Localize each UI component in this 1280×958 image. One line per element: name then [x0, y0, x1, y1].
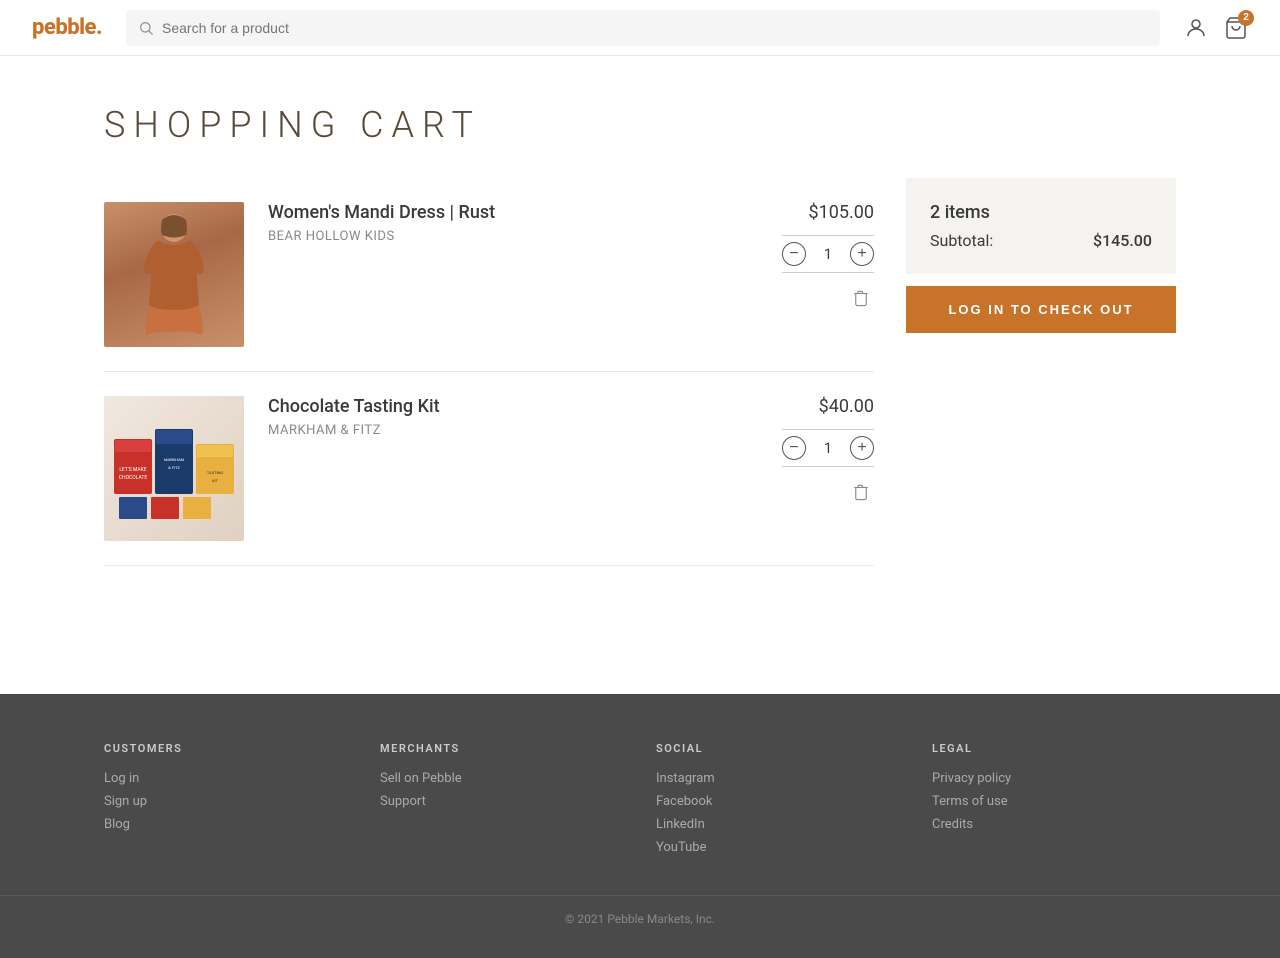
svg-text:TASTING: TASTING — [207, 470, 224, 475]
checkout-button[interactable]: LOG IN TO CHECK OUT — [906, 286, 1176, 333]
footer-link-signup[interactable]: Sign up — [104, 794, 348, 809]
page-title: SHOPPING CART — [104, 104, 1176, 146]
summary-subtotal: Subtotal: $145.00 — [930, 231, 1152, 250]
footer-link-sell[interactable]: Sell on Pebble — [380, 771, 624, 786]
logo[interactable]: pebble. — [32, 15, 102, 40]
footer-link-login[interactable]: Log in — [104, 771, 348, 786]
user-account-button[interactable] — [1184, 16, 1208, 40]
search-input[interactable] — [162, 20, 1148, 36]
item-image-dress — [104, 202, 244, 347]
cart-summary: 2 items Subtotal: $145.00 LOG IN TO CHEC… — [906, 178, 1176, 333]
footer-link-terms[interactable]: Terms of use — [932, 794, 1176, 809]
item-price-qty: $105.00 − 1 + — [782, 202, 874, 311]
item-details: Chocolate Tasting Kit MARKHAM & FITZ — [268, 396, 758, 438]
item-details: Women's Mandi Dress | Rust Bear Hollow K… — [268, 202, 758, 244]
footer-link-privacy[interactable]: Privacy policy — [932, 771, 1176, 786]
footer-heading-merchants: MERCHANTS — [380, 742, 624, 755]
footer-columns: CUSTOMERS Log in Sign up Blog MERCHANTS … — [40, 742, 1240, 863]
search-bar — [126, 10, 1160, 46]
qty-value: 1 — [818, 245, 838, 263]
svg-text:LET'S MAKE: LET'S MAKE — [119, 467, 146, 473]
cart-layout: Women's Mandi Dress | Rust Bear Hollow K… — [104, 178, 1176, 566]
footer-col-social: SOCIAL Instagram Facebook LinkedIn YouTu… — [656, 742, 900, 863]
qty-increase-button[interactable]: + — [850, 242, 874, 266]
cart-item: LET'S MAKE CHOCOLATE MARKHAM & FITZ TAST… — [104, 372, 874, 566]
footer-link-support[interactable]: Support — [380, 794, 624, 809]
footer-link-youtube[interactable]: YouTube — [656, 840, 900, 855]
cart-button[interactable]: 2 — [1224, 16, 1248, 40]
header-icons: 2 — [1184, 16, 1248, 40]
footer-heading-customers: CUSTOMERS — [104, 742, 348, 755]
qty-value: 1 — [818, 439, 838, 457]
footer-heading-legal: LEGAL — [932, 742, 1176, 755]
delete-item-button[interactable] — [848, 479, 874, 505]
footer-link-blog[interactable]: Blog — [104, 817, 348, 832]
cart-badge: 2 — [1238, 10, 1254, 26]
search-icon — [138, 20, 154, 36]
delete-item-button[interactable] — [848, 285, 874, 311]
cart-items-list: Women's Mandi Dress | Rust Bear Hollow K… — [104, 178, 874, 566]
footer-col-customers: CUSTOMERS Log in Sign up Blog — [104, 742, 348, 863]
header: pebble. 2 — [0, 0, 1280, 56]
qty-decrease-button[interactable]: − — [782, 436, 806, 460]
summary-box: 2 items Subtotal: $145.00 — [906, 178, 1176, 274]
footer-link-instagram[interactable]: Instagram — [656, 771, 900, 786]
footer-copyright: © 2021 Pebble Markets, Inc. — [0, 895, 1280, 926]
subtotal-value: $145.00 — [1093, 231, 1152, 250]
footer-link-facebook[interactable]: Facebook — [656, 794, 900, 809]
footer-heading-social: SOCIAL — [656, 742, 900, 755]
summary-item-count: 2 items — [930, 202, 1152, 223]
footer-col-legal: LEGAL Privacy policy Terms of use Credit… — [932, 742, 1176, 863]
footer-link-credits[interactable]: Credits — [932, 817, 1176, 832]
quantity-control: − 1 + — [782, 429, 874, 467]
footer: CUSTOMERS Log in Sign up Blog MERCHANTS … — [0, 694, 1280, 958]
item-brand: Bear Hollow Kids — [268, 229, 758, 244]
svg-text:KIT: KIT — [212, 478, 219, 483]
footer-col-merchants: MERCHANTS Sell on Pebble Support — [380, 742, 624, 863]
svg-text:MARKHAM: MARKHAM — [164, 457, 185, 462]
item-name: Women's Mandi Dress | Rust — [268, 202, 758, 223]
item-image-choc: LET'S MAKE CHOCOLATE MARKHAM & FITZ TAST… — [104, 396, 244, 541]
item-name: Chocolate Tasting Kit — [268, 396, 758, 417]
item-price: $105.00 — [809, 202, 874, 223]
quantity-control: − 1 + — [782, 235, 874, 273]
qty-increase-button[interactable]: + — [850, 436, 874, 460]
item-price-qty: $40.00 − 1 + — [782, 396, 874, 505]
svg-text:CHOCOLATE: CHOCOLATE — [119, 475, 148, 481]
svg-text:& FITZ: & FITZ — [168, 465, 180, 470]
qty-decrease-button[interactable]: − — [782, 242, 806, 266]
footer-link-linkedin[interactable]: LinkedIn — [656, 817, 900, 832]
subtotal-label: Subtotal: — [930, 231, 993, 250]
main-content: SHOPPING CART — [40, 56, 1240, 614]
item-price: $40.00 — [819, 396, 874, 417]
cart-item: Women's Mandi Dress | Rust Bear Hollow K… — [104, 178, 874, 372]
item-brand: MARKHAM & FITZ — [268, 423, 758, 438]
